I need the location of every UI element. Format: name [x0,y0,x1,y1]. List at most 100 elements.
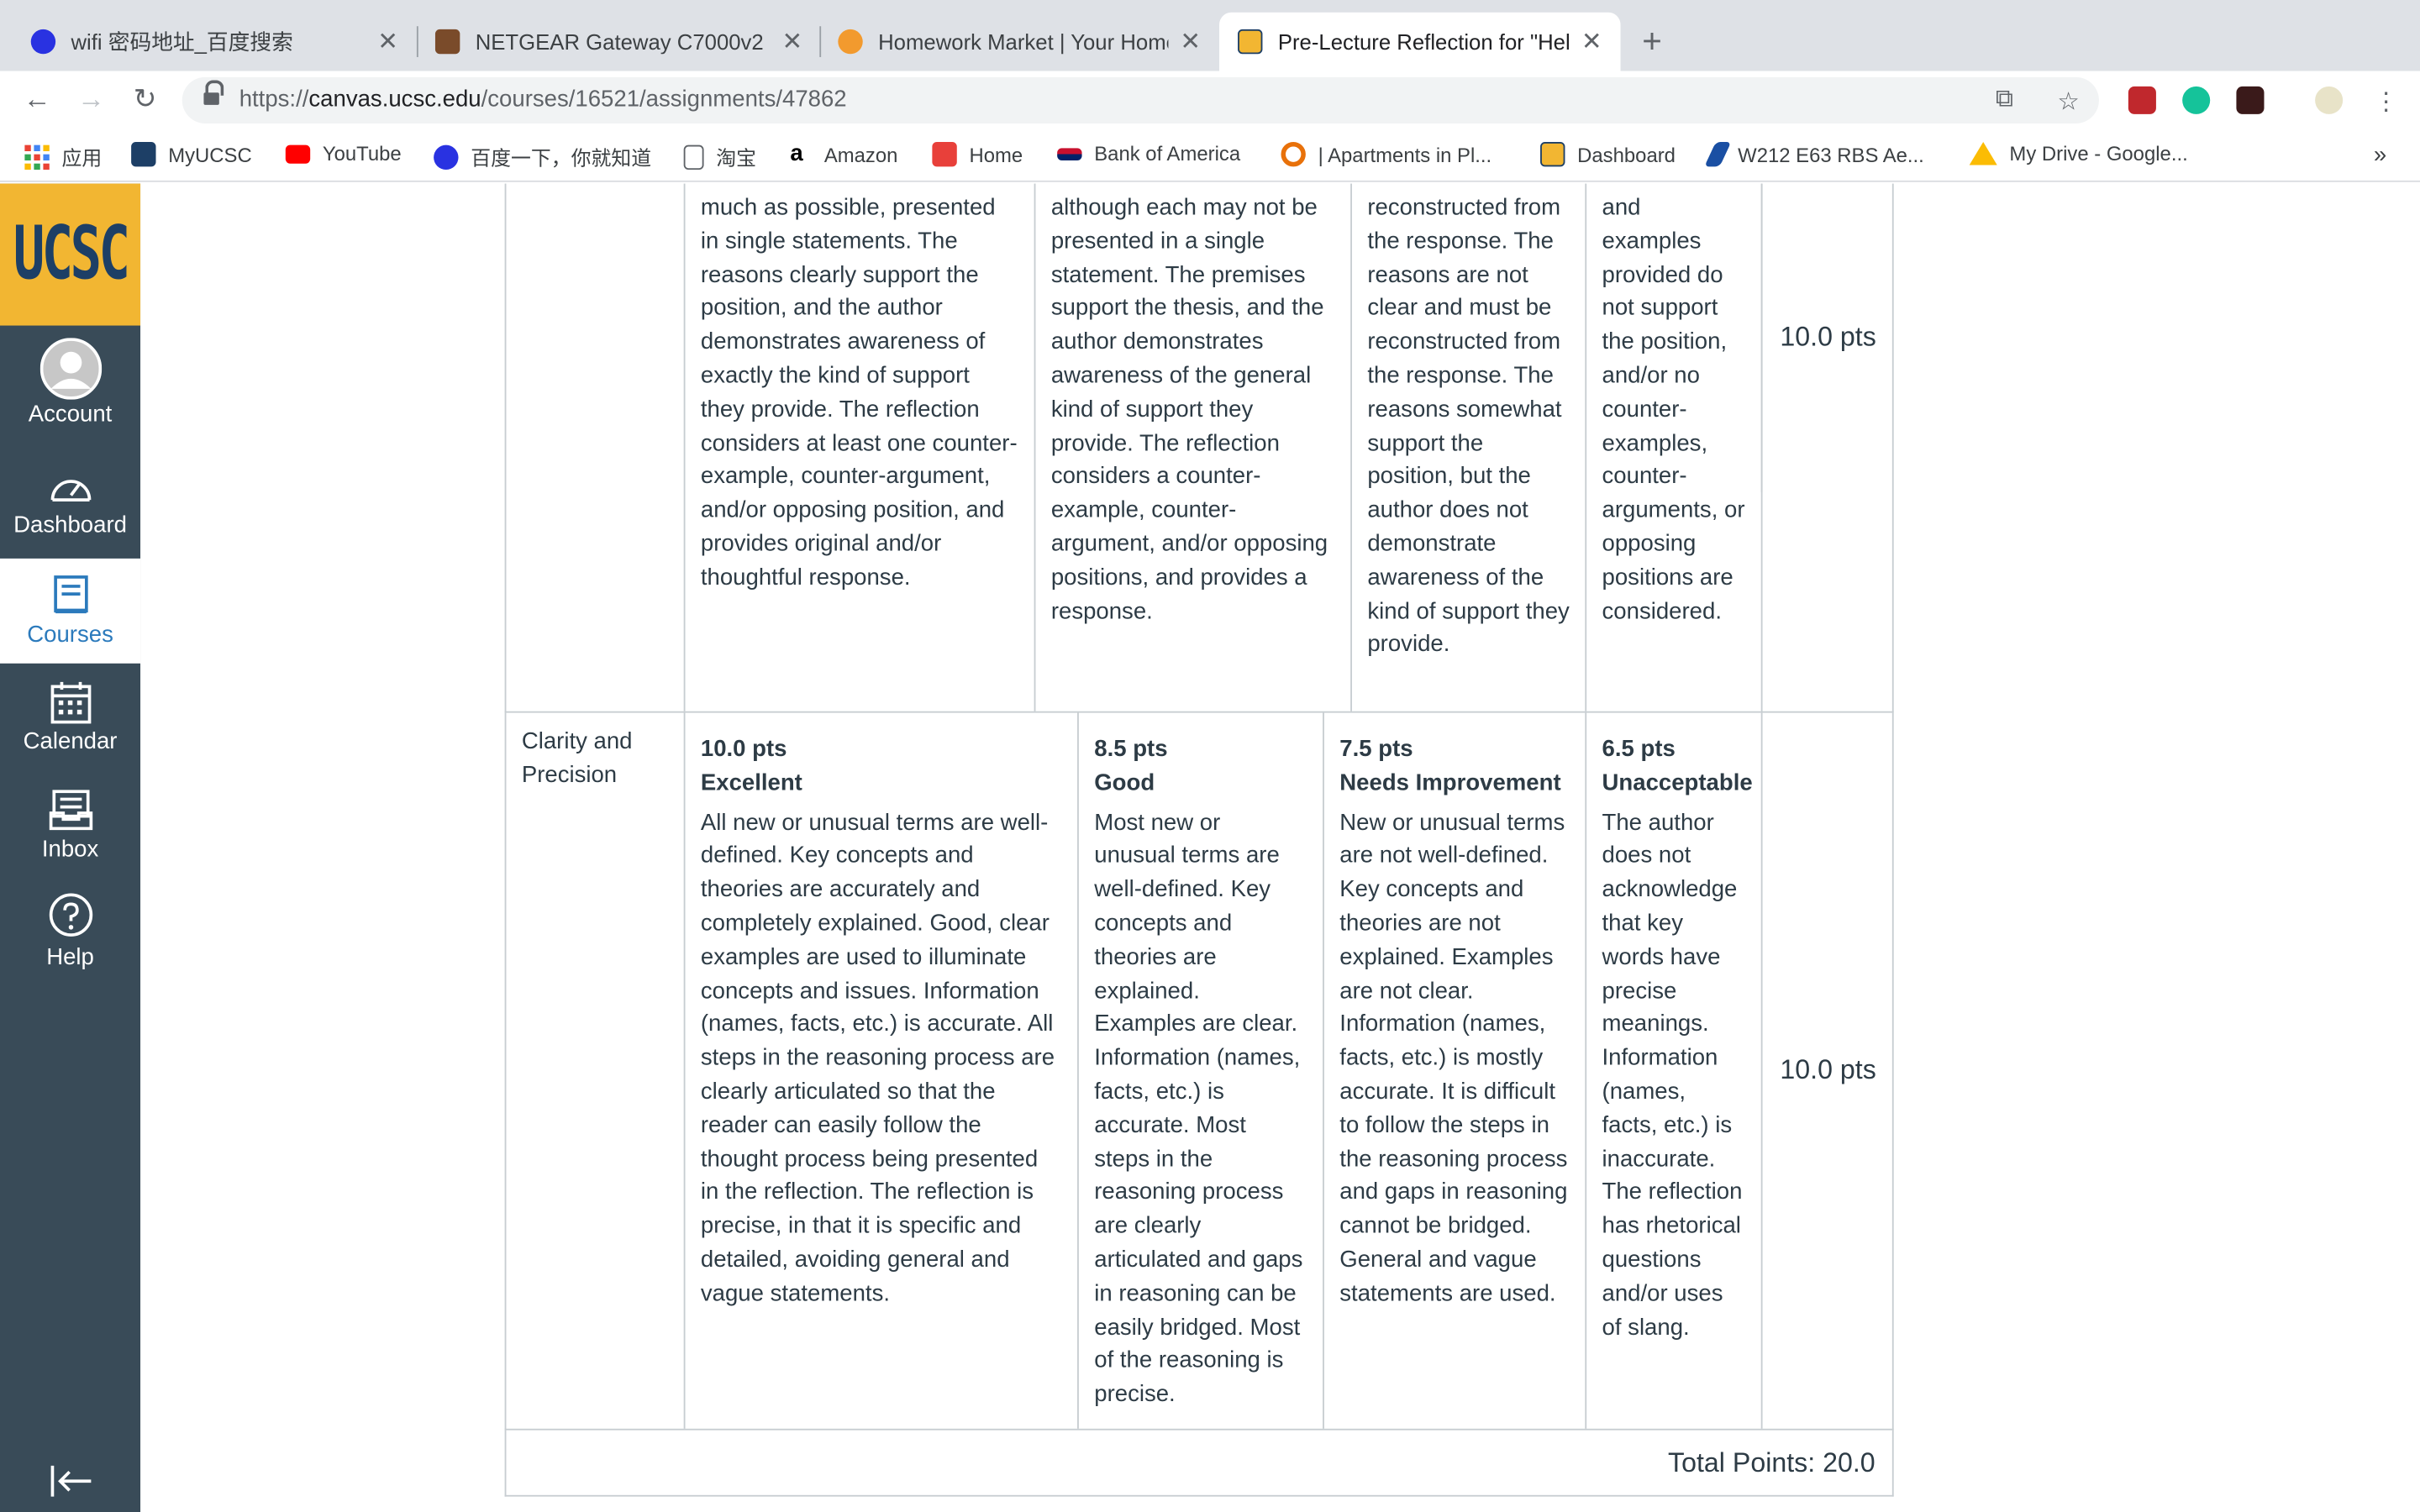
w212-icon [1704,141,1732,167]
rating-description: although each may not be presented in a … [1050,194,1328,625]
extension-grammarly-icon[interactable] [2182,86,2211,114]
home-site-icon [932,141,957,167]
rating-description: and examples provided do not support the… [1602,194,1745,625]
nav-label: Calendar [23,727,118,755]
close-tab-icon[interactable]: ✕ [781,26,802,57]
baidu-paw-icon [30,29,56,55]
bookmarks-bar: 应用 MyUCSC YouTube 百度一下，你就知道 淘宝 a Amazon … [0,129,2420,182]
url-text[interactable]: https://canvas.ucsc.edu/courses/16521/as… [239,87,847,113]
nav-courses[interactable]: Courses [0,558,141,664]
rating-title: Excellent [700,769,802,796]
bookmark-home[interactable]: Home [932,141,1023,167]
bookmark-apartments[interactable]: | Apartments in Pl... [1281,141,1491,167]
rating-title: Good [1094,769,1155,796]
rating-cell: and examples provided do not support the… [1585,183,1760,711]
bookmark-label: My Drive - Google... [2009,141,2188,165]
rating-title: Unacceptable [1602,769,1753,796]
tab-homework-market[interactable]: Homework Market | Your Home ✕ [819,13,1219,71]
ucsc-favicon-icon [1238,29,1263,55]
close-tab-icon[interactable]: ✕ [377,26,398,57]
rating-points: 6.5 pts [1602,736,1676,763]
rating-title: Needs Improvement [1339,769,1561,796]
menu-kebab-icon[interactable]: ⋮ [2374,87,2398,118]
nav-calendar[interactable]: Calendar [0,665,140,770]
page-document-icon [683,144,704,170]
lock-icon [203,80,224,107]
rating-cell: much as possible, presented in single st… [683,183,1034,711]
rating-cell: reconstructed from the response. The rea… [1350,183,1585,711]
reload-icon[interactable]: ↻ [128,83,161,116]
tab-netgear[interactable]: NETGEAR Gateway C7000v2 ✕ [417,13,821,71]
bookmark-label: 百度一下，你就知道 [471,146,652,171]
user-avatar-icon [39,338,103,400]
ucsc-logo[interactable]: UCSC [0,183,141,326]
extension-dark-icon[interactable] [2236,86,2265,114]
rating-description: much as possible, presented in single st… [700,194,1018,591]
tab-title: NETGEAR Gateway C7000v2 [475,29,764,55]
bookmark-bank-of-america[interactable]: Bank of America [1057,142,1240,165]
rating-description: All new or unusual terms are well-define… [700,809,1055,1307]
rating-unacceptable: 6.5 pts Unacceptable The author does not… [1585,712,1760,1429]
criterion-points: 10.0 pts [1760,712,1894,1429]
collapse-nav-arrow-icon[interactable] [48,1462,94,1499]
tab-baidu-search[interactable]: wifi 密码地址_百度搜索 ✕ [13,13,417,71]
forward-arrow-icon[interactable]: → [74,83,108,116]
new-tab-plus-icon[interactable]: + [1642,22,1662,62]
netgear-tools-icon [434,29,460,55]
rating-points: 7.5 pts [1339,736,1413,763]
nav-account[interactable]: Account [0,335,140,444]
extension-acrobat-icon[interactable] [2128,86,2156,114]
translate-icon[interactable]: ⧉ [1996,87,2013,114]
nav-inbox[interactable]: Inbox [0,773,140,878]
apps-grid-icon [24,144,50,170]
bookmark-star-icon[interactable]: ☆ [2057,87,2079,118]
column-divider [1760,183,1763,713]
global-navigation: UCSC Account Dashboard Courses Calendar … [0,183,141,1512]
bookmark-taobao[interactable]: 淘宝 [683,142,757,171]
browser-toolbar: ← → ↻ https://canvas.ucsc.edu/courses/16… [0,71,2420,130]
baidu-paw-icon [434,144,459,170]
bookmark-label: Bank of America [1094,141,1241,165]
url-host: canvas.ucsc.edu [308,86,481,113]
ucsc-favicon-icon [1540,141,1565,167]
logo-text: UCSC [13,211,130,298]
bookmark-label: Amazon [823,142,898,166]
criterion-points: 10.0 pts [1760,183,1894,492]
inbox-icon [49,790,93,831]
rubric-criterion-row: Clarity and Precision 10.0 pts Excellent… [504,712,1894,1431]
address-bar[interactable]: https://canvas.ucsc.edu/courses/16521/as… [182,76,2099,123]
nav-help[interactable]: Help [0,881,140,986]
bookmark-w212[interactable]: W212 E63 RBS Ae... [1704,141,1924,167]
rubric-total-row: Total Points: 20.0 [504,1430,1894,1497]
nav-label: Inbox [41,836,99,863]
bookmark-dashboard[interactable]: Dashboard [1540,141,1676,167]
tab-title: Pre-Lecture Reflection for "Hel [1277,29,1570,55]
bookmark-apps[interactable]: 应用 [24,142,102,171]
nav-dashboard[interactable]: Dashboard [0,449,140,554]
tab-title: wifi 密码地址_百度搜索 [71,29,293,55]
bookmark-myucsc[interactable]: MyUCSC [131,141,252,167]
criterion-description-cell [506,184,683,711]
close-tab-icon[interactable]: ✕ [1180,26,1201,57]
bookmark-youtube[interactable]: YouTube [285,142,402,165]
bookmark-baidu[interactable]: 百度一下，你就知道 [434,142,651,171]
close-tab-icon[interactable]: ✕ [1581,26,1602,57]
rating-good: 8.5 pts Good Most new or unusual terms a… [1077,712,1323,1429]
url-scheme: https:// [239,86,309,113]
bookmark-label: 应用 [61,146,103,171]
bookmark-label: 淘宝 [716,146,757,171]
homework-market-icon [838,29,863,55]
bookmark-google-drive[interactable]: My Drive - Google... [1969,141,2188,165]
nav-label: Help [46,944,94,971]
main-content: much as possible, presented in single st… [140,183,2420,1512]
profile-avatar-icon[interactable] [2315,86,2344,114]
bookmark-amazon[interactable]: a Amazon [790,141,898,166]
bookmark-label: W212 E63 RBS Ae... [1738,142,1924,166]
rating-description: The author does not acknowledge that key… [1602,809,1743,1341]
bookmark-label: Dashboard [1577,142,1676,166]
rubric-criterion-row: much as possible, presented in single st… [504,183,1894,713]
rating-description: New or unusual terms are not well-define… [1339,809,1568,1307]
back-arrow-icon[interactable]: ← [20,83,54,116]
more-bookmarks-chevron[interactable]: » [2374,142,2386,168]
tab-pre-lecture-reflection[interactable]: Pre-Lecture Reflection for "Hel ✕ [1219,12,1621,71]
